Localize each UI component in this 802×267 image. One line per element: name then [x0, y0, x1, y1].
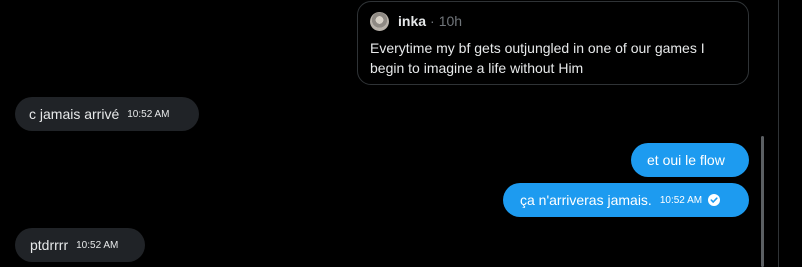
- quoted-post-text: Everytime my bf gets outjungled in one o…: [370, 40, 705, 76]
- quoted-post-time: 10h: [438, 13, 463, 29]
- incoming-message-bubble[interactable]: c jamais arrivé 10:52 AM: [15, 97, 199, 131]
- quoted-post-header: inka · 10h: [370, 11, 462, 31]
- scrollbar-thumb[interactable]: [761, 136, 764, 267]
- outgoing-message-bubble[interactable]: et oui le flow: [631, 143, 749, 177]
- quoted-post-separator: ·: [430, 13, 435, 29]
- message-text: ptdrrrr: [30, 237, 69, 253]
- message-text: c jamais arrivé: [29, 106, 120, 122]
- outgoing-message-bubble[interactable]: ça n'arriveras jamais. 10:52 AM: [503, 183, 749, 217]
- quoted-post-author[interactable]: inka: [398, 13, 426, 29]
- message-time: 10:52 AM: [127, 108, 170, 120]
- read-check-icon: [708, 194, 721, 206]
- incoming-message-bubble[interactable]: ptdrrrr 10:52 AM: [15, 228, 145, 262]
- message-time: 10:52 AM: [659, 194, 703, 206]
- avatar[interactable]: [370, 11, 389, 31]
- conversation-panel-divider: [778, 0, 779, 267]
- message-time: 10:52 AM: [76, 239, 119, 251]
- quoted-post-card[interactable]: inka · 10h Everytime my bf gets outjungl…: [357, 1, 749, 85]
- message-text: ça n'arriveras jamais.: [520, 192, 652, 208]
- message-text: et oui le flow: [647, 152, 725, 168]
